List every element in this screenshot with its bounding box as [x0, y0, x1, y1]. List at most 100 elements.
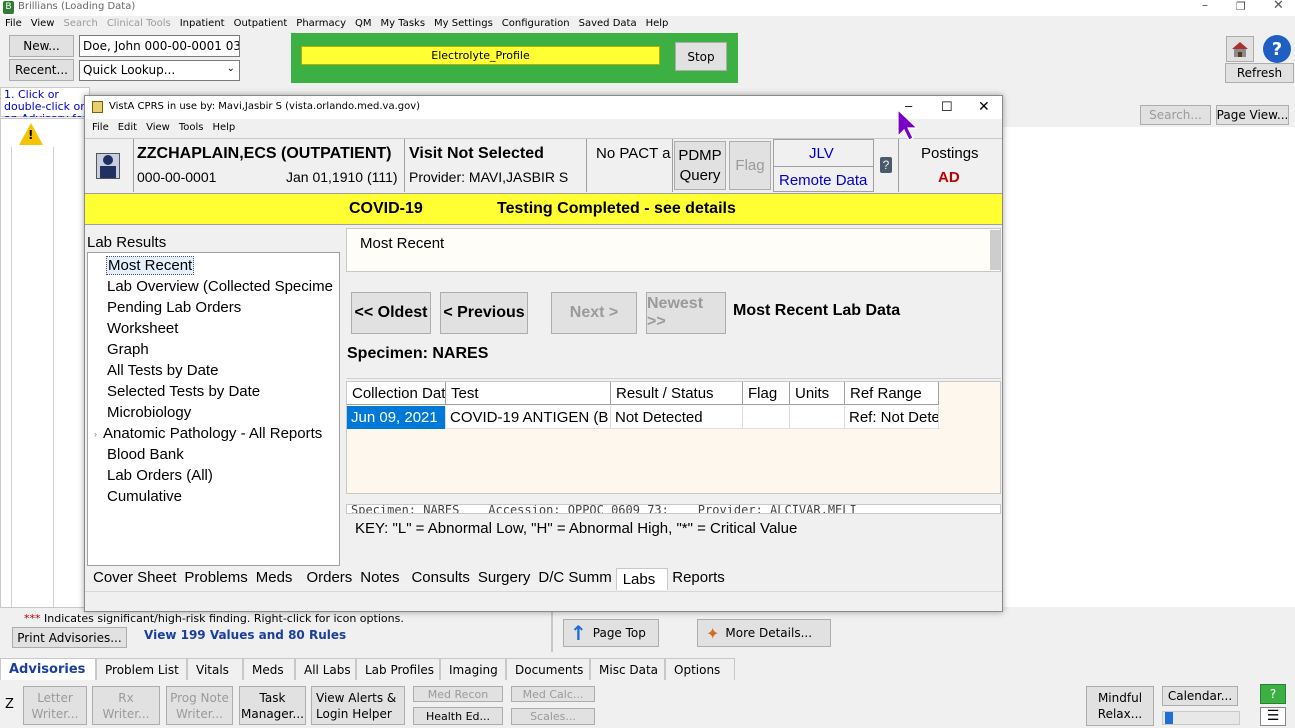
home-icon[interactable] [1226, 36, 1254, 62]
advisory-list[interactable]: ! [0, 118, 90, 608]
scales-button[interactable]: Scales... [511, 708, 595, 725]
tab-vitals[interactable]: Vitals [187, 658, 243, 680]
question-icon[interactable]: ? [880, 157, 892, 173]
slider-thumb[interactable] [1165, 712, 1173, 724]
cprs-close-icon[interactable]: ✕ [978, 98, 990, 115]
tree-item-selected-tests[interactable]: Selected Tests by Date [88, 381, 339, 402]
new-button[interactable]: New... [9, 35, 74, 57]
search-button[interactable]: Search... [1140, 105, 1211, 125]
tree-item-pending-orders[interactable]: Pending Lab Orders [88, 297, 339, 318]
col-test[interactable]: Test [446, 382, 611, 405]
next-button[interactable]: Next > [551, 292, 637, 334]
previous-button[interactable]: < Previous [440, 292, 528, 334]
report-text-box[interactable]: Specimen: NARES Accession: OPPOC 0609 73… [346, 504, 1001, 514]
profile-name-field[interactable]: Electrolyte_Profile [301, 46, 660, 65]
values-rules-link[interactable]: View 199 Values and 80 Rules [144, 628, 346, 642]
stop-button[interactable]: Stop [675, 42, 727, 71]
tab-cover-sheet[interactable]: Cover Sheet [89, 566, 180, 588]
postings-box[interactable]: Postings AD [898, 139, 1001, 192]
cell-ref-range[interactable]: Ref: Not Dete [845, 406, 939, 429]
col-units[interactable]: Units [790, 382, 845, 405]
cell-units[interactable] [790, 406, 845, 429]
outer-menu-item[interactable]: Saved Data [579, 18, 637, 29]
col-collection-date[interactable]: Collection Dat [347, 382, 446, 405]
visit-box[interactable]: Visit Not Selected Provider: MAVI,JASBIR… [405, 139, 587, 192]
outer-restore-icon[interactable]: ❐ [1236, 0, 1246, 13]
tab-meds[interactable]: Meds [243, 658, 295, 680]
page-view-button[interactable]: Page View... [1216, 105, 1289, 125]
tree-item-most-recent[interactable]: Most Recent [88, 255, 339, 276]
cprs-menu-item[interactable]: View [146, 122, 170, 133]
tree-item-blood-bank[interactable]: Blood Bank [88, 444, 339, 465]
covid-banner[interactable]: COVID-19 Testing Completed - see details [85, 193, 1002, 225]
outer-menu-item[interactable]: Outpatient [234, 18, 288, 29]
tree-item-lab-overview[interactable]: Lab Overview (Collected Specime [88, 276, 339, 297]
tab-reports[interactable]: Reports [668, 566, 729, 588]
tab-documents[interactable]: Documents [506, 658, 590, 680]
tab-misc-data[interactable]: Misc Data [590, 658, 665, 680]
rx-writer-button[interactable]: Rx Writer... [92, 686, 160, 725]
outer-menu-item[interactable]: Inpatient [180, 18, 225, 29]
tree-item-cumulative[interactable]: Cumulative [88, 486, 339, 507]
tab-problem-list[interactable]: Problem List [96, 658, 187, 680]
cprs-menu-item[interactable]: File [92, 122, 109, 133]
tab-imaging[interactable]: Imaging [440, 658, 506, 680]
tab-notes[interactable]: Notes [356, 566, 403, 588]
header-scrollbar[interactable] [990, 230, 1000, 270]
tab-advisories[interactable]: Advisories [0, 658, 96, 680]
outer-menu-item[interactable]: File [5, 18, 22, 29]
outer-menu-item[interactable]: View [31, 18, 55, 29]
col-flag[interactable]: Flag [743, 382, 790, 405]
chevron-down-icon[interactable]: ⌄ [227, 63, 235, 74]
outer-menu-item[interactable]: My Settings [434, 18, 493, 29]
calendar-button[interactable]: Calendar... [1162, 686, 1238, 706]
tab-orders[interactable]: Orders [302, 566, 356, 588]
table-row[interactable]: Jun 09, 2021 COVID-19 ANTIGEN (B Not Det… [347, 406, 940, 429]
outer-menu-item[interactable]: Help [646, 18, 669, 29]
cprs-menu-item[interactable]: Tools [179, 122, 204, 133]
patient-field[interactable]: Doe, John 000-00-0001 03/ [79, 35, 240, 57]
more-details-button[interactable]: ✦ More Details... [697, 619, 831, 647]
jlv-link[interactable]: JLV [809, 145, 834, 162]
tree-item-lab-orders[interactable]: Lab Orders (All) [88, 465, 339, 486]
col-ref-range[interactable]: Ref Range [845, 382, 939, 405]
tab-problems[interactable]: Problems [180, 566, 251, 588]
tree-item-worksheet[interactable]: Worksheet [88, 318, 339, 339]
prog-note-writer-button[interactable]: Prog Note Writer... [166, 686, 233, 725]
alerts-login-button[interactable]: View Alerts & Login Helper [311, 686, 405, 725]
tree-item-anatomic-pathology[interactable]: › Anatomic Pathology - All Reports [88, 423, 339, 444]
outer-close-icon[interactable]: ✕ [1273, 0, 1284, 13]
refresh-button[interactable]: Refresh [1225, 63, 1294, 83]
outer-minimize-icon[interactable]: – [1202, 0, 1208, 12]
med-recon-button[interactable]: Med Recon [413, 686, 503, 702]
green-help-icon[interactable]: ? [1260, 684, 1286, 704]
patient-box[interactable]: ZZCHAPLAIN,ECS (OUTPATIENT) 000-00-0001 … [133, 139, 405, 192]
pact-box[interactable]: No PACT a [587, 139, 673, 192]
cell-collection-date[interactable]: Jun 09, 2021 [347, 406, 446, 429]
newest-button[interactable]: Newest >> [646, 292, 726, 334]
cell-result[interactable]: Not Detected [611, 406, 743, 429]
help-icon[interactable]: ? [1263, 35, 1291, 63]
outer-menu-item[interactable]: Configuration [502, 18, 570, 29]
quick-lookup-select[interactable]: Quick Lookup... ⌄ [79, 60, 240, 81]
tab-lab-profiles[interactable]: Lab Profiles [356, 658, 440, 680]
mindful-relax-button[interactable]: Mindful Relax... [1086, 686, 1154, 726]
jlv-box[interactable]: JLV Remote Data [773, 139, 874, 192]
cprs-menu-item[interactable]: Edit [118, 122, 137, 133]
tab-meds-cprs[interactable]: Meds [252, 566, 297, 588]
med-calc-button[interactable]: Med Calc... [511, 686, 595, 702]
tab-consults[interactable]: Consults [407, 566, 473, 588]
cprs-maximize-icon[interactable]: ☐ [941, 99, 953, 115]
outer-menu-item[interactable]: Search [63, 18, 97, 29]
cprs-menu-item[interactable]: Help [212, 122, 235, 133]
outer-menu-item[interactable]: QM [355, 18, 372, 29]
tab-surgery[interactable]: Surgery [474, 566, 535, 588]
recent-button[interactable]: Recent... [9, 59, 74, 81]
relax-slider[interactable] [1162, 711, 1240, 725]
outer-menu-item[interactable]: My Tasks [381, 18, 426, 29]
pdmp-query-button[interactable]: PDMP Query [674, 141, 726, 190]
col-result-status[interactable]: Result / Status [611, 382, 743, 405]
tab-dc-summ[interactable]: D/C Summ [534, 566, 615, 588]
tab-options[interactable]: Options [665, 658, 735, 680]
patient-photo-icon[interactable] [96, 153, 120, 179]
